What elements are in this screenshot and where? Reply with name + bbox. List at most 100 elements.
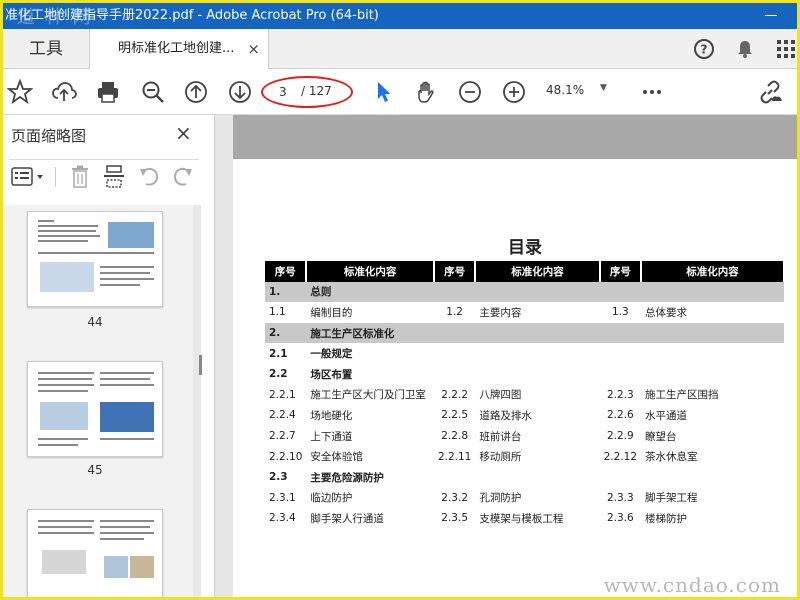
panel-toolbar: [3, 163, 201, 191]
toc-cell: 临边防护: [310, 492, 353, 505]
toc-row: 2.2.7 上下通道 2.2.8 班前讲台 2.2.9 瞭望台: [265, 426, 784, 447]
toc-cell: 主要内容: [479, 306, 522, 319]
toc-cell: 2.2.1: [269, 388, 296, 401]
toc-header-cell: 标准化内容: [306, 261, 435, 282]
toc-cell: 2.3.3: [606, 491, 634, 504]
toc-cell: 道路及排水: [479, 409, 532, 422]
thumbnail-page-number: 44: [87, 315, 103, 329]
toc-cell: 2.2.12: [603, 450, 638, 463]
toc-row: 2.2.4 场地硬化 2.2.5 道路及排水 2.2.6 水平通道: [265, 405, 784, 426]
toc-cell: 总体要求: [645, 306, 688, 319]
toc-cell: 编制目的: [310, 306, 353, 319]
toc-cell: 2.2.7: [269, 430, 296, 443]
cloud-upload-icon[interactable]: [51, 79, 77, 105]
toc-table: 序号 标准化内容 序号 标准化内容 序号 标准化内容 1. 总则 1.1 编制目…: [265, 261, 785, 529]
print-icon[interactable]: [95, 79, 121, 105]
toc-cell: 脚手架工程: [645, 492, 698, 505]
panel-resize-handle[interactable]: [199, 355, 202, 375]
toc-cell: 2.2.2: [441, 388, 468, 401]
zoom-out-magnifier-icon[interactable]: [140, 79, 166, 105]
toc-body: 1. 总则 1.1 编制目的 1.2 主要内容 1.3 总体要求 2. 施工生产…: [265, 281, 784, 529]
toc-header-cell: 序号: [599, 261, 643, 282]
toc-row: 1. 总则: [265, 281, 784, 303]
insert-page-icon[interactable]: [103, 165, 125, 189]
toc-cell: 2.2.6: [606, 409, 634, 422]
page-thumbnail[interactable]: [27, 361, 163, 457]
toc-cell: 茶水休息室: [645, 451, 698, 464]
panel-close-icon[interactable]: ×: [175, 121, 192, 145]
thumbnail-options-icon[interactable]: [11, 167, 45, 187]
zoom-in-icon[interactable]: [501, 79, 527, 105]
toc-cell: 施工生产区大门及门卫室: [310, 389, 426, 402]
toc-cell: 1.1: [269, 306, 286, 319]
hand-tool-icon[interactable]: [413, 79, 439, 105]
toolbar-separator: [55, 167, 56, 187]
toc-cell: 楼梯防护: [645, 512, 688, 525]
toc-row: 2.2.10 安全体验馆 2.2.11 移动厕所 2.2.12 茶水休息室: [265, 446, 784, 467]
previous-page-icon[interactable]: [183, 79, 209, 105]
select-cursor-icon[interactable]: [371, 79, 397, 105]
minimize-button[interactable]: [761, 3, 781, 29]
page-thumbnail[interactable]: [27, 211, 163, 307]
site-watermark: www.cndao.com: [603, 573, 781, 597]
toc-cell: 上下通道: [310, 430, 353, 443]
page-thumbnail[interactable]: [27, 509, 163, 597]
toc-cell: 场地硬化: [310, 409, 353, 422]
toc-cell: 2.3.4: [269, 512, 296, 525]
red-annotation-ellipse: [261, 76, 353, 108]
toc-cell: 2.2.8: [441, 430, 468, 443]
logo-watermark: 道 林 网: [17, 7, 93, 28]
toc-row: 2.3 主要危险源防护: [265, 467, 784, 488]
main-toolbar: / 127 48.1% ▼: [3, 69, 797, 115]
thumbnail-page-number: 45: [87, 463, 103, 477]
toc-title: 目录: [508, 238, 542, 258]
share-link-icon[interactable]: [757, 79, 783, 105]
tab-close-icon[interactable]: ×: [247, 29, 260, 69]
toc-row: 2.2.1 施工生产区大门及门卫室 2.2.2 八牌四图 2.2.3 施工生产区…: [265, 385, 784, 406]
toc-header-cell: 序号: [265, 261, 308, 282]
panel-divider: [9, 159, 199, 160]
toc-row: 1.1 编制目的 1.2 主要内容 1.3 总体要求: [265, 302, 784, 323]
rotate-left-icon[interactable]: [137, 166, 161, 188]
more-options-icon[interactable]: [639, 79, 665, 105]
toc-header-cell: 序号: [433, 261, 477, 282]
tab-tools[interactable]: 工具: [3, 29, 89, 69]
toc-cell: 八牌四图: [479, 389, 522, 402]
toc-cell: 2.3: [269, 471, 288, 484]
toc-cell: 班前讲台: [479, 430, 522, 443]
toc-cell: 孔洞防护: [479, 492, 522, 505]
thumbnails-panel: 页面缩略图 × 44 45: [3, 115, 226, 597]
toc-cell: 主要危险源防护: [310, 471, 384, 484]
toc-cell: 2.3.2: [441, 491, 468, 504]
bell-icon[interactable]: [734, 38, 756, 60]
chevron-down-icon: ▼: [600, 83, 607, 93]
thumbnail-scrollbar[interactable]: [193, 205, 201, 597]
tab-row: 工具 明标准化工地创建... × ?: [3, 29, 797, 70]
help-icon[interactable]: ?: [693, 38, 715, 60]
toc-cell: 2.1: [269, 347, 288, 360]
star-icon[interactable]: [7, 79, 33, 105]
toc-row: 2.3.1 临边防护 2.3.2 孔洞防护 2.3.3 脚手架工程: [265, 488, 784, 509]
apps-grid-icon[interactable]: [775, 38, 797, 60]
toc-header-cell: 标准化内容: [475, 261, 601, 282]
toc-cell: 2.2.9: [606, 430, 634, 443]
app-frame: 准化工地创建指导手册2022.pdf - Adobe Acrobat Pro (…: [0, 0, 800, 600]
zoom-out-icon[interactable]: [457, 79, 483, 105]
next-page-icon[interactable]: [227, 79, 253, 105]
rotate-right-icon[interactable]: [171, 166, 195, 188]
tab-document[interactable]: 明标准化工地创建... ×: [89, 29, 269, 70]
toc-cell: 2.3.6: [606, 512, 634, 525]
toc-cell: 2.2: [269, 368, 288, 381]
delete-page-icon[interactable]: [69, 165, 91, 189]
toc-cell: 施工生产区标准化: [310, 327, 395, 340]
toc-cell: 安全体验馆: [310, 451, 363, 464]
thumbnail-list: 44 45: [3, 205, 201, 597]
toc-cell: 场区布置: [310, 368, 353, 381]
document-viewport[interactable]: 目录 序号 标准化内容 序号 标准化内容 序号 标准化内容 1. 总则 1.1 …: [215, 115, 797, 597]
toc-cell: 总则: [310, 286, 332, 299]
zoom-dropdown[interactable]: 48.1% ▼: [546, 83, 618, 103]
page-header-band: [233, 115, 797, 159]
toc-cell: 1.3: [611, 306, 629, 319]
toc-cell: 水平通道: [645, 409, 688, 422]
toc-cell: 1.2: [446, 306, 463, 319]
